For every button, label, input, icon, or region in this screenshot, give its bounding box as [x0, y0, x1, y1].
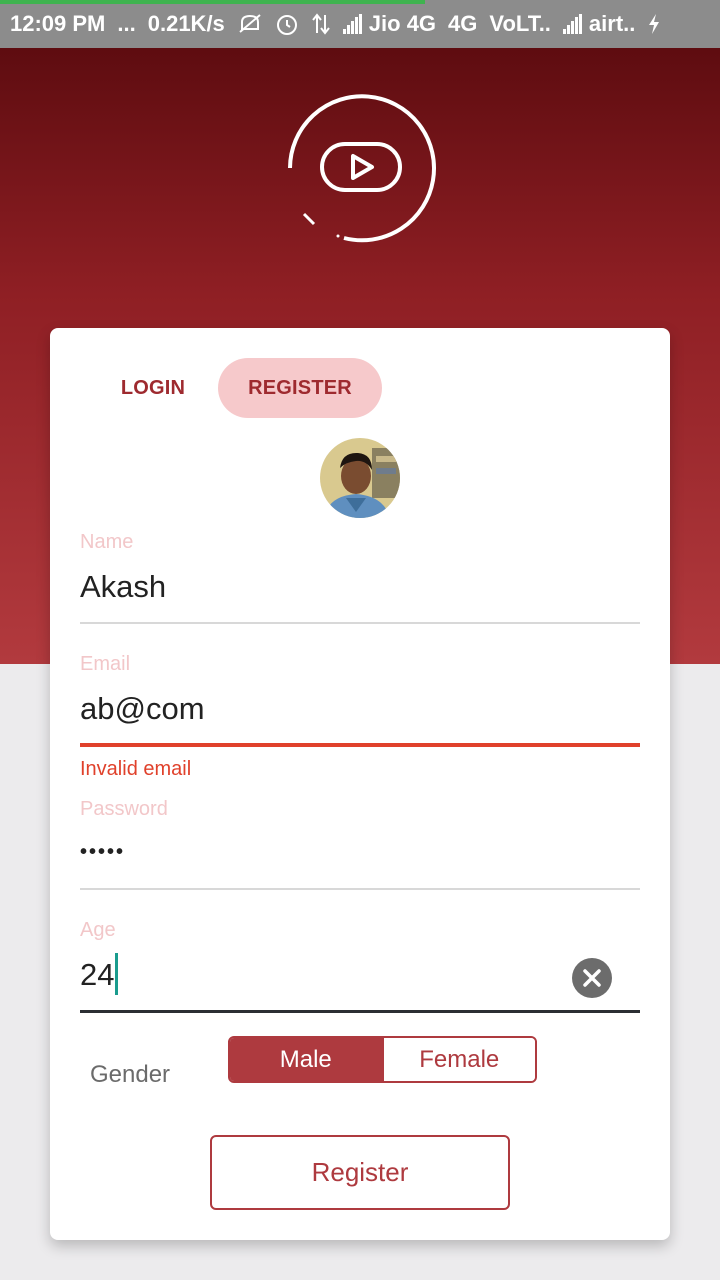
charging-icon — [647, 13, 661, 35]
password-underline — [80, 888, 640, 890]
signal-icon — [342, 14, 363, 34]
data-arrows-icon — [311, 13, 331, 35]
profile-avatar[interactable] — [320, 438, 400, 518]
password-field[interactable]: Password ••••• — [80, 795, 640, 891]
name-field[interactable]: Name Akash — [80, 528, 640, 626]
carrier2-label: airt.. — [588, 11, 636, 36]
mute-icon — [237, 13, 263, 35]
name-input[interactable]: Akash — [80, 569, 166, 605]
text-cursor — [115, 953, 119, 995]
password-label: Password — [80, 798, 168, 820]
age-label: Age — [80, 919, 116, 941]
age-input[interactable]: 24 — [80, 953, 119, 998]
volte-label: VoLT.. — [489, 11, 551, 36]
tab-login[interactable]: LOGIN — [110, 358, 196, 418]
alarm-icon — [275, 12, 299, 36]
email-label: Email — [80, 653, 131, 675]
email-input[interactable]: ab@com — [80, 691, 205, 727]
status-bar: 12:09 PM ... 0.21K/s Jio 4G 4G VoLT.. ai… — [0, 0, 720, 48]
age-field[interactable]: Age 24 — [80, 916, 640, 1016]
status-speed: 0.21K/s — [147, 11, 225, 36]
clear-icon[interactable] — [572, 958, 612, 998]
status-more: ... — [117, 11, 136, 36]
name-label: Name — [80, 531, 134, 553]
signal-icon — [562, 14, 583, 34]
tab-register[interactable]: REGISTER — [218, 358, 382, 418]
email-field[interactable]: Email ab@com Invalid email — [80, 650, 640, 780]
status-time: 12:09 PM — [10, 11, 106, 36]
register-card: LOGIN REGISTER Name Akash Email ab@com I… — [50, 328, 670, 1240]
register-button[interactable]: Register — [210, 1135, 510, 1210]
play-logo-icon — [282, 88, 442, 248]
download-progress-bar — [0, 0, 425, 4]
age-value: 24 — [80, 957, 115, 993]
password-input[interactable]: ••••• — [80, 841, 125, 864]
gender-toggle: Male Female — [228, 1036, 537, 1083]
gender-male-option[interactable]: Male — [230, 1038, 382, 1081]
age-underline — [80, 1010, 640, 1013]
email-underline — [80, 743, 640, 747]
network-type-label: 4G — [448, 11, 478, 36]
email-error: Invalid email — [80, 758, 192, 780]
gender-female-option[interactable]: Female — [381, 1038, 535, 1081]
carrier1-label: Jio 4G — [368, 11, 437, 36]
gender-label: Gender — [90, 1061, 171, 1088]
name-underline — [80, 622, 640, 624]
